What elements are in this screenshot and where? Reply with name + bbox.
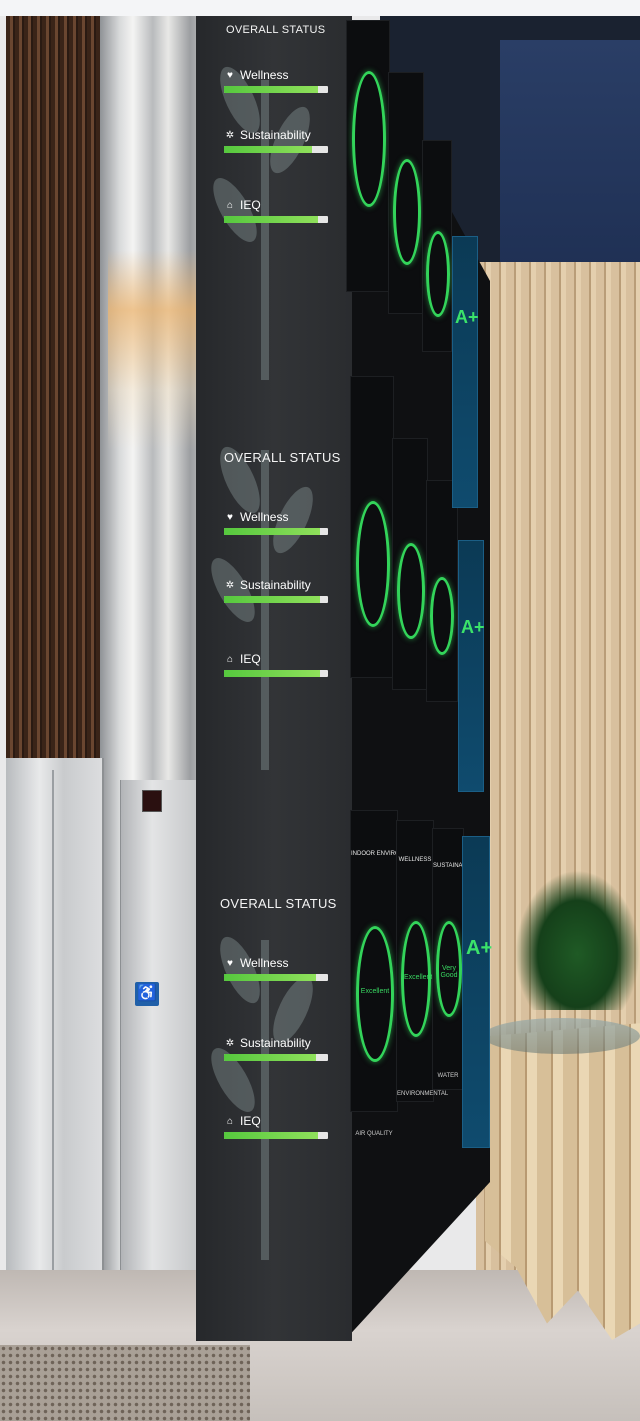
status-ring [426,231,450,317]
metric-bar [224,974,328,981]
metric-fill [224,86,318,93]
plant [515,870,640,1010]
overall-status-panel: OVERALL STATUS ♥ Wellness ✲ Sustainability… [212,20,340,320]
metric-label: IEQ [240,198,261,212]
ring-label: Excellent [360,987,390,995]
status-ring: Very Good [436,921,462,1017]
metric-wellness: ♥ Wellness [224,956,334,981]
status-ring: Excellent [356,926,394,1062]
metric-bar [224,528,328,535]
sprout-icon: ✲ [225,1037,235,1049]
heart-icon: ♥ [227,511,233,523]
home-icon: ⌂ [226,199,234,211]
overall-status-panel: OVERALL STATUS ♥ Wellness ✲ Sustainability… [212,448,340,748]
overall-status-panel: OVERALL STATUS ♥ Wellness ✲ Sustainability… [212,894,340,1194]
metric-label: IEQ [240,652,261,666]
metric-label: IEQ [240,1114,261,1128]
metric-label: Sustainability [240,128,311,142]
status-title: OVERALL STATUS [224,450,341,465]
metric-label: Wellness [240,68,289,82]
ring-label: Excellent [404,973,433,981]
metric-fill [224,528,320,535]
metric-fill [224,670,320,677]
grade-label: A+ [461,617,485,637]
grade-label: A+ [466,937,493,959]
home-icon: ⌂ [226,1115,234,1127]
status-ring: Excellent [401,921,433,1037]
metric-ieq: ⌂ IEQ [224,652,334,677]
panel-header: WELLNESS [398,857,432,863]
metric-ieq: ⌂ IEQ [224,1114,334,1139]
elevator-indicator [142,790,162,812]
metric-bar [224,86,328,93]
panel-header: INDOOR ENVIRONMENTAL QUALITY [351,851,455,857]
panel-footer: ENVIRONMENTAL [397,1091,449,1097]
metric-bar [224,1054,328,1061]
elevator-doors [6,758,104,1278]
elevator-door-gap [52,770,54,1275]
lobby-scene: ♿ OVERALL STATUS ♥ Wellness ✲ Sustainabili… [0,0,640,1421]
panel-header: SUSTAINABILITY [433,863,481,869]
grade-label: A+ [455,307,479,327]
grade-display: A+ [462,836,493,1148]
metric-bar [224,146,328,153]
heart-icon: ♥ [227,69,233,81]
home-icon: ⌂ [226,653,234,665]
metric-bar [224,670,328,677]
metric-fill [224,146,313,153]
desk-glass-top [483,1018,640,1054]
panel-footer: WATER [437,1073,459,1079]
blue-ceiling-panel [500,40,640,270]
metric-bar [224,1132,328,1139]
wood-slat-wall-left [6,16,114,758]
metric-sustainability: ✲ Sustainability [224,578,334,603]
metric-ieq: ⌂ IEQ [224,198,334,223]
metric-fill [224,1054,316,1061]
status-ring [397,543,425,639]
metric-fill [224,596,320,603]
status-ring [356,501,390,627]
wellness-display: WELLNESS Excellent ENVIRONMENTAL [396,820,449,1102]
sprout-icon: ✲ [225,579,235,591]
middle-display-3 [426,480,458,702]
top-display-2 [388,72,424,314]
status-title: OVERALL STATUS [226,24,326,36]
elevator-call-panel [120,780,199,1320]
metric-label: Wellness [240,956,289,970]
metric-label: Sustainability [240,578,311,592]
panel-footer: AIR QUALITY [355,1131,393,1137]
metric-fill [224,974,316,981]
metric-label: Sustainability [240,1036,311,1050]
middle-grade-display: A+ [458,540,485,792]
metric-wellness: ♥ Wellness [224,510,334,535]
middle-display-1 [350,376,394,678]
heart-icon: ♥ [227,957,233,969]
metric-bar [224,596,328,603]
tactile-paving [0,1345,250,1421]
status-title: OVERALL STATUS [220,896,337,911]
ring-label: Very Good [440,964,458,979]
top-display-1 [346,20,390,292]
ieq-display: INDOOR ENVIRONMENTAL QUALITY Excellent A… [350,810,455,1137]
status-ring [352,71,386,207]
metric-fill [224,216,318,223]
metric-sustainability: ✲ Sustainability [224,128,334,153]
metric-fill [224,1132,318,1139]
sustainability-display: SUSTAINABILITY Very Good WATER [432,828,481,1090]
accessibility-icon: ♿ [135,982,159,1006]
middle-display-2 [392,438,428,690]
metric-wellness: ♥ Wellness [224,68,334,93]
status-ring [430,577,454,655]
steel-reflection [108,250,204,450]
metric-sustainability: ✲ Sustainability [224,1036,334,1061]
top-display-3 [422,140,452,352]
status-ring [393,159,421,265]
metric-label: Wellness [240,510,289,524]
sprout-icon: ✲ [225,129,235,141]
metric-bar [224,216,328,223]
top-grade-display: A+ [452,236,479,508]
ceiling-strip [0,0,640,16]
